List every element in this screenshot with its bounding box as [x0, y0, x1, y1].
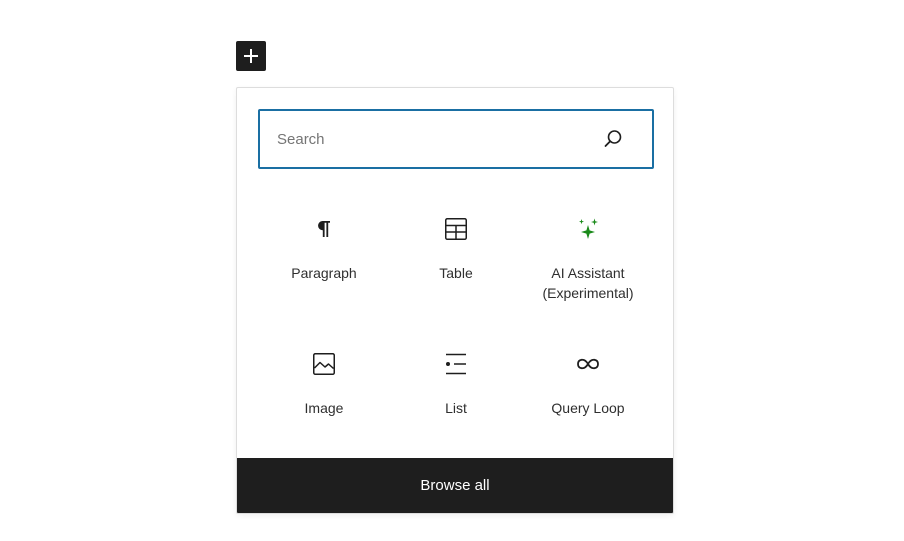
block-inserter-popover: Paragraph Table: [236, 87, 674, 514]
inserter-toggle-button[interactable]: [236, 41, 266, 71]
search-icon[interactable]: [601, 127, 625, 151]
block-label: Paragraph: [291, 265, 357, 281]
block-inserter-page: Paragraph Table: [0, 0, 904, 541]
block-label: Query Loop: [551, 400, 625, 416]
image-icon: [312, 352, 336, 376]
block-label: AI Assistant (Experimental): [542, 265, 634, 301]
search-box: [258, 109, 654, 169]
ai-sparkle-icon: [576, 217, 600, 241]
block-label: Image: [304, 400, 344, 416]
block-label: Table: [439, 265, 473, 281]
loop-icon: [576, 352, 600, 376]
block-item-paragraph[interactable]: Paragraph: [258, 198, 390, 333]
list-icon: [444, 352, 468, 376]
table-icon: [444, 217, 468, 241]
block-item-list[interactable]: List: [390, 333, 522, 468]
block-item-image[interactable]: Image: [258, 333, 390, 468]
block-label: List: [445, 400, 467, 416]
block-item-ai-assistant[interactable]: AI Assistant (Experimental): [522, 198, 654, 333]
block-types-grid: Paragraph Table AI Assistant (Experiment…: [258, 198, 654, 468]
block-item-query-loop[interactable]: Query Loop: [522, 333, 654, 468]
block-item-table[interactable]: Table: [390, 198, 522, 333]
search-input[interactable]: [260, 111, 601, 167]
browse-all-button[interactable]: Browse all: [237, 458, 673, 513]
paragraph-icon: [312, 217, 336, 241]
plus-icon: [242, 47, 260, 65]
